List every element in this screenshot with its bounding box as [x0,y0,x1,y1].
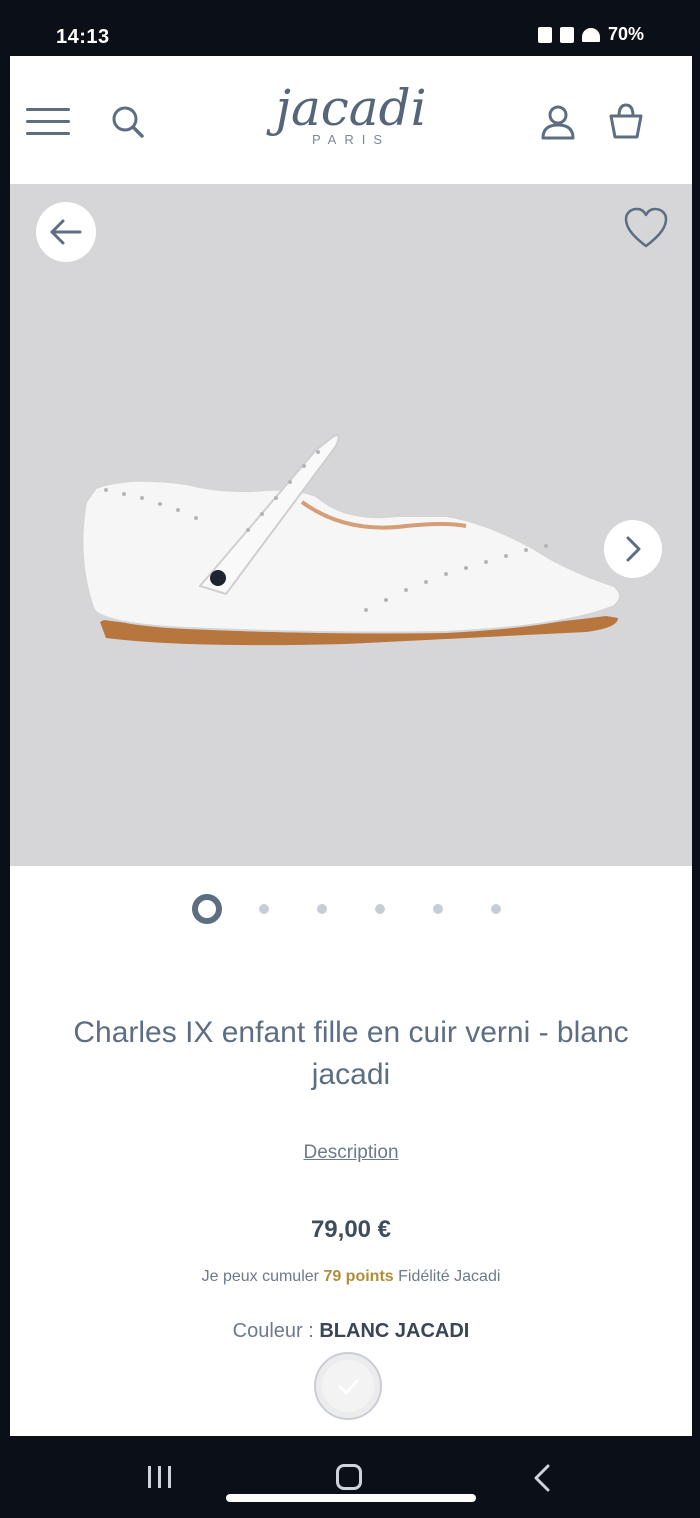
wishlist-heart-icon[interactable] [622,206,670,250]
loyalty-suffix: Fidélité Jacadi [398,1268,501,1285]
color-swatch-selected[interactable] [314,1352,382,1420]
carousel-dot[interactable] [433,904,443,914]
arrow-left-icon [50,219,82,245]
brand-subtitle: PARIS [311,132,391,147]
checkmark-icon [338,1379,359,1395]
product-image-gallery[interactable] [10,184,692,866]
carousel-dot[interactable] [259,904,269,914]
brand-name: jacadi [275,79,427,137]
brand-logo[interactable]: jacadi PARIS [10,82,692,147]
carousel-pagination [10,894,692,924]
recent-apps-icon[interactable] [148,1466,174,1488]
next-image-button[interactable] [604,520,662,578]
account-icon[interactable] [538,102,578,142]
carousel-dot[interactable] [491,904,501,914]
wifi-icon [581,27,600,42]
carousel-dot[interactable] [375,904,385,914]
bag-icon[interactable] [606,100,646,142]
lock-icon [537,26,552,43]
color-value: BLANC JACADI [319,1320,470,1342]
app-screen: jacadi PARIS Charles IX enfant fille en … [10,56,692,1436]
color-info: Couleur : BLANC JACADI [10,1320,692,1343]
swatch-fill [322,1360,374,1412]
loyalty-info: Je peux cumuler 79 points Fidélité Jacad… [10,1268,692,1286]
loyalty-prefix: Je peux cumuler [201,1268,319,1285]
product-title: Charles IX enfant fille en cuir verni - … [73,1016,629,1091]
system-nav-bar [0,1438,700,1518]
site-header: jacadi PARIS [10,56,692,184]
status-icons: 70% [537,24,644,45]
status-time: 14:13 [56,26,110,48]
description-link[interactable]: Description [10,1142,692,1164]
back-nav-icon[interactable] [532,1464,552,1492]
battery-level: 70% [607,24,644,44]
back-button[interactable] [36,202,96,262]
home-icon[interactable] [336,1464,362,1490]
home-indicator[interactable] [226,1494,476,1502]
product-shoe-image [81,434,621,646]
loyalty-points: 79 points [323,1268,394,1285]
color-label: Couleur : [232,1320,314,1342]
chevron-right-icon [626,536,641,562]
alarm-icon [559,26,574,43]
carousel-dot[interactable] [192,894,222,924]
carousel-dot[interactable] [317,904,327,914]
status-bar: 14:13 70% [0,0,700,56]
product-price: 79,00 € [310,1216,392,1243]
